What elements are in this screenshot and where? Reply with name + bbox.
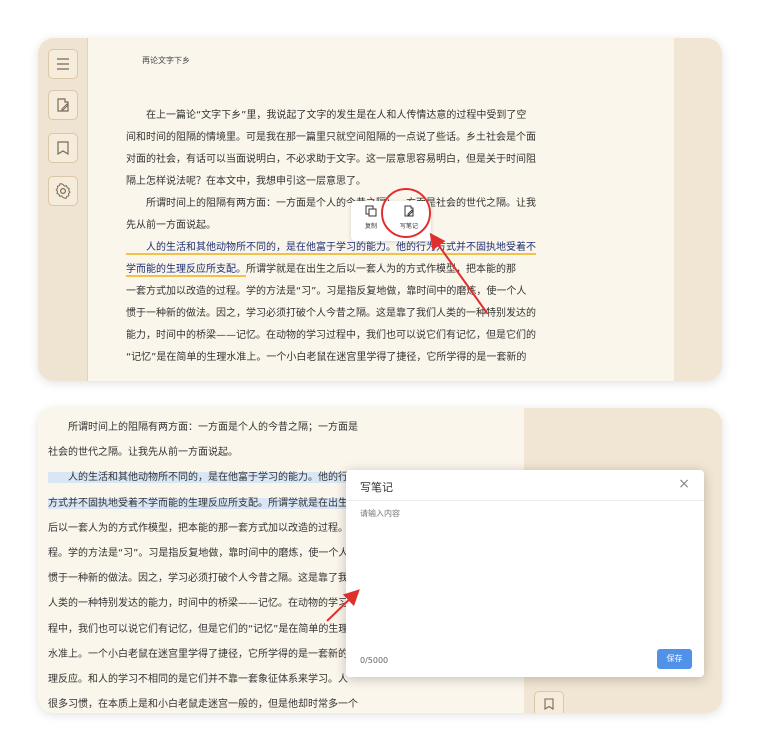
text-line: 对面的社会，有话可以当面说明白，不必求助于文字。这一层意思容易明白，但是关于时间… — [126, 154, 536, 165]
text-line: 隔上怎样说法呢？在本文中，我想申引这一层意思了。 — [126, 176, 366, 187]
text-line: “记忆”是在简单的生理水准上。一个小白老鼠在迷宫里学得了捷径，它所学得的是一套新… — [126, 352, 527, 363]
selected-text[interactable]: 方式并不固执地受着不学而能的生理反应所支配。所谓学就是在出生之 — [48, 497, 358, 509]
note-input[interactable] — [360, 508, 690, 638]
settings-gear-icon — [55, 183, 71, 199]
char-counter: 0/5000 — [360, 656, 389, 665]
write-note-dialog: 写笔记 × 0/5000 保存 — [346, 470, 704, 677]
bookmark-button[interactable] — [48, 133, 78, 163]
text-span: 社会的世代之隔。让我先从前一方面说起。 — [48, 447, 238, 459]
text-span: 惯于一种新的做法。因之，学习必须打破个人今昔之隔。这是靠了我们 — [48, 573, 358, 585]
text-span: 程。学的方法是“习”。习是指反复地做，靠时间中的磨炼，使一个人 — [48, 547, 349, 559]
text-line: 在上一篇论“文字下乡”里，我说起了文字的发生是在人和人传情达意的过程中受到了空 — [126, 110, 527, 121]
note-edit-icon — [57, 98, 69, 112]
text-line: 能力，时间中的桥梁——记忆。在动物的学习过程中，我们也可以说它们有记忆，但是它们… — [126, 330, 536, 341]
text-line: 惯于一种新的做法。因之，学习必须打破个人今昔之隔。这是靠了我们人类的一种特别发达… — [126, 308, 536, 319]
running-head: 再论文字下乡 — [142, 56, 190, 65]
reader-panel: 再论文字下乡 在上一篇论“文字下乡”里，我说起了文字的发生是在人和人传情达意的过… — [38, 38, 722, 381]
bookmark-icon — [57, 141, 69, 156]
text-span: 水准上。一个小白老鼠在迷宫里学得了捷径，它所学得的是一套新的生 — [48, 648, 358, 660]
highlighted-text[interactable]: 学而能的生理反应所支配。 — [126, 264, 246, 277]
note-editor-panel: 所谓时间上的阻隔有两方面：一方面是个人的今昔之隔；一方面是 社会的世代之隔。让我… — [38, 408, 722, 713]
highlighted-text[interactable]: 人的生活和其他动物所不同的，是在他富于学习的能力。他的行为方式并不固执地受着不 — [126, 242, 536, 255]
highlighted-line[interactable]: 学而能的生理反应所支配。所谓学就是在出生之后以一套人为的方式作模型，把本能的那 — [126, 259, 631, 281]
selected-text[interactable]: 人的生活和其他动物所不同的，是在他富于学习的能力。他的行为 — [48, 472, 358, 484]
reader-sidebar — [38, 38, 88, 381]
settings-button[interactable] — [48, 176, 78, 206]
text-line: 社会的世代之隔。让我先从前一方面说起。 — [48, 440, 518, 465]
right-margin — [674, 38, 722, 381]
text-span: 后以一套人为的方式作模型，把本能的那一套方式加以改造的过程。学的方法 — [48, 522, 388, 534]
toc-button[interactable] — [48, 49, 78, 79]
text-span: 所谓时间上的阻隔有两方面：一方面是个人的今昔之隔；一方面是 — [48, 422, 358, 433]
save-button[interactable]: 保存 — [657, 649, 692, 669]
bookmark-icon — [544, 698, 554, 710]
text-line: 很多习惯，在本质上是和小白老鼠走迷宫一般的，但是他却时常多一个 — [48, 692, 518, 713]
copy-icon — [365, 205, 377, 217]
dialog-title: 写笔记 — [360, 481, 393, 494]
text-span: 所谓学就是在出生之后以一套人为的方式作模型，把本能的那 — [246, 264, 516, 275]
notes-button[interactable] — [48, 90, 78, 120]
close-icon[interactable]: × — [678, 476, 690, 492]
text-span: 程中，我们也可以说它们有记忆，但是它们的“记忆”是在简单的生理 — [48, 623, 349, 635]
text-span: 很多习惯，在本质上是和小白老鼠走迷宫一般的，但是他却时常多一个 — [48, 699, 358, 711]
text-line: 所谓时间上的阻隔有两方面：一方面是个人的今昔之隔；一方面是 — [48, 415, 518, 440]
text-line: 一套方式加以改造的过程。学的方法是“习”。习是指反复地做，靠时间中的磨炼，使一个… — [126, 286, 527, 297]
divider — [346, 500, 704, 501]
text-span: 人类的一种特别发达的能力，时间中的桥梁——记忆。在动物的学习过 — [48, 598, 358, 610]
bookmark-button[interactable] — [534, 691, 564, 713]
text-line: 间和时间的阻隔的情境里。可是我在那一篇里只就空间阻隔的一点说了些话。乡土社会是个… — [126, 132, 536, 143]
menu-icon — [57, 58, 69, 70]
annotation-circle — [381, 188, 431, 238]
text-span: 理反应。和人的学习不相同的是它们并不靠一套象征体系来学习。人 — [48, 673, 348, 685]
